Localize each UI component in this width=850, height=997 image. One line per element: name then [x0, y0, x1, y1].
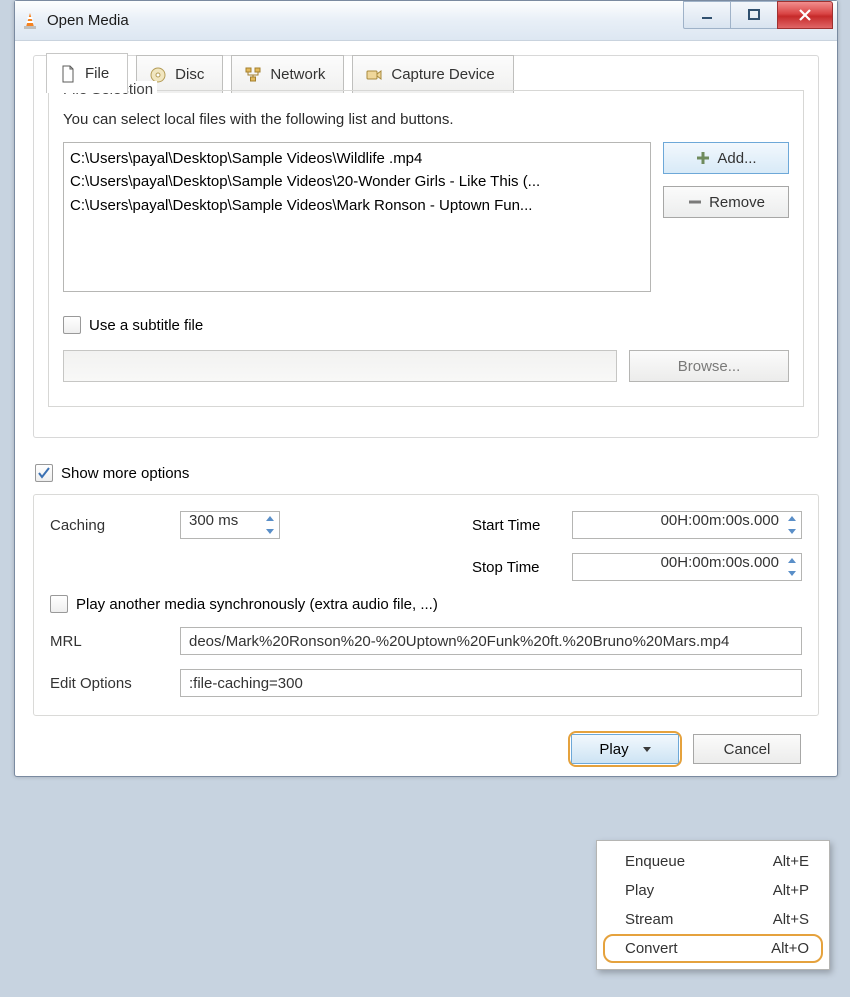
- minus-icon: [687, 194, 703, 210]
- dropdown-item-label: Convert: [625, 940, 678, 957]
- file-list[interactable]: C:\Users\payal\Desktop\Sample Videos\Wil…: [63, 142, 651, 292]
- tab-label: Capture Device: [391, 66, 494, 83]
- caching-spinner[interactable]: [261, 512, 279, 538]
- titlebar: Open Media: [15, 1, 837, 41]
- chevron-up-icon: [788, 558, 796, 563]
- tab-label: Network: [270, 66, 325, 83]
- dropdown-item-shortcut: Alt+E: [773, 853, 809, 870]
- add-button[interactable]: Add...: [663, 142, 789, 174]
- tab-label: File: [85, 65, 109, 82]
- show-more-options-row: Show more options: [35, 464, 837, 482]
- caching-spinbox[interactable]: 300 ms: [180, 511, 280, 539]
- dropdown-arrow-icon[interactable]: [643, 747, 651, 752]
- play-dropdown-menu: Enqueue Alt+E Play Alt+P Stream Alt+S Co…: [596, 840, 830, 970]
- start-time-spinner[interactable]: [783, 512, 801, 538]
- browse-button: Browse...: [629, 350, 789, 382]
- capture-icon: [365, 66, 383, 84]
- file-list-item[interactable]: C:\Users\payal\Desktop\Sample Videos\20-…: [70, 170, 644, 193]
- edit-options-input[interactable]: :file-caching=300: [180, 669, 802, 697]
- remove-button[interactable]: Remove: [663, 186, 789, 218]
- dropdown-item-shortcut: Alt+P: [773, 882, 809, 899]
- play-button-label: Play: [599, 741, 628, 758]
- close-button[interactable]: [777, 1, 833, 29]
- file-selection-group: File Selection You can select local file…: [48, 90, 804, 407]
- dropdown-item-label: Play: [625, 882, 654, 899]
- stop-time-spinner[interactable]: [783, 554, 801, 580]
- browse-button-label: Browse...: [678, 358, 741, 375]
- bottom-button-row: Play Cancel: [15, 734, 801, 764]
- tab-file[interactable]: File: [46, 53, 128, 93]
- start-time-spinbox[interactable]: 00H:00m:00s.000: [572, 511, 802, 539]
- window-title: Open Media: [47, 12, 129, 29]
- dropdown-item-shortcut: Alt+S: [773, 911, 809, 928]
- vlc-cone-icon: [21, 12, 39, 30]
- chevron-up-icon: [788, 516, 796, 521]
- maximize-button[interactable]: [730, 1, 778, 29]
- tabs: File Disc Network Capture Device: [46, 55, 804, 91]
- dropdown-item-convert[interactable]: Convert Alt+O: [597, 934, 829, 963]
- file-list-item[interactable]: C:\Users\payal\Desktop\Sample Videos\Mar…: [70, 194, 644, 217]
- remove-button-label: Remove: [709, 194, 765, 211]
- tab-capture[interactable]: Capture Device: [352, 55, 513, 93]
- network-icon: [244, 66, 262, 84]
- tab-label: Disc: [175, 66, 204, 83]
- caching-label: Caching: [50, 517, 180, 534]
- mrl-label: MRL: [50, 633, 180, 650]
- show-more-options-checkbox[interactable]: [35, 464, 53, 482]
- mrl-input[interactable]: deos/Mark%20Ronson%20-%20Uptown%20Funk%2…: [180, 627, 802, 655]
- sync-media-checkbox[interactable]: [50, 595, 68, 613]
- file-selection-description: You can select local files with the foll…: [63, 111, 789, 128]
- play-split-button[interactable]: Play: [571, 734, 679, 764]
- cancel-button[interactable]: Cancel: [693, 734, 801, 764]
- show-more-options-label: Show more options: [61, 465, 189, 482]
- stop-time-label: Stop Time: [472, 559, 572, 576]
- subtitle-path-input: [63, 350, 617, 382]
- sync-media-label: Play another media synchronously (extra …: [76, 596, 438, 613]
- subtitle-checkbox-label: Use a subtitle file: [89, 317, 203, 334]
- dropdown-item-shortcut: Alt+O: [771, 940, 809, 957]
- plus-icon: [695, 150, 711, 166]
- stop-time-spinbox[interactable]: 00H:00m:00s.000: [572, 553, 802, 581]
- subtitle-checkbox[interactable]: [63, 316, 81, 334]
- cancel-button-label: Cancel: [724, 741, 771, 758]
- add-button-label: Add...: [717, 150, 756, 167]
- advanced-options-panel: Caching 300 ms Start Time 00H:00m:00s.00…: [33, 494, 819, 716]
- edit-options-label: Edit Options: [50, 675, 180, 692]
- chevron-down-icon: [788, 571, 796, 576]
- chevron-down-icon: [266, 529, 274, 534]
- content-panel: File Disc Network Capture Device: [33, 55, 819, 438]
- minimize-button[interactable]: [683, 1, 731, 29]
- open-media-window: Open Media File: [14, 0, 838, 777]
- start-time-label: Start Time: [472, 517, 572, 534]
- file-list-item[interactable]: C:\Users\payal\Desktop\Sample Videos\Wil…: [70, 147, 644, 170]
- stop-time-value[interactable]: 00H:00m:00s.000: [572, 553, 802, 581]
- dropdown-item-play[interactable]: Play Alt+P: [597, 876, 829, 905]
- chevron-up-icon: [266, 516, 274, 521]
- dropdown-item-label: Enqueue: [625, 853, 685, 870]
- dropdown-item-enqueue[interactable]: Enqueue Alt+E: [597, 847, 829, 876]
- tab-network[interactable]: Network: [231, 55, 344, 93]
- file-icon: [59, 65, 77, 83]
- window-buttons: [684, 1, 833, 29]
- dropdown-item-label: Stream: [625, 911, 673, 928]
- chevron-down-icon: [788, 529, 796, 534]
- dropdown-item-stream[interactable]: Stream Alt+S: [597, 905, 829, 934]
- start-time-value[interactable]: 00H:00m:00s.000: [572, 511, 802, 539]
